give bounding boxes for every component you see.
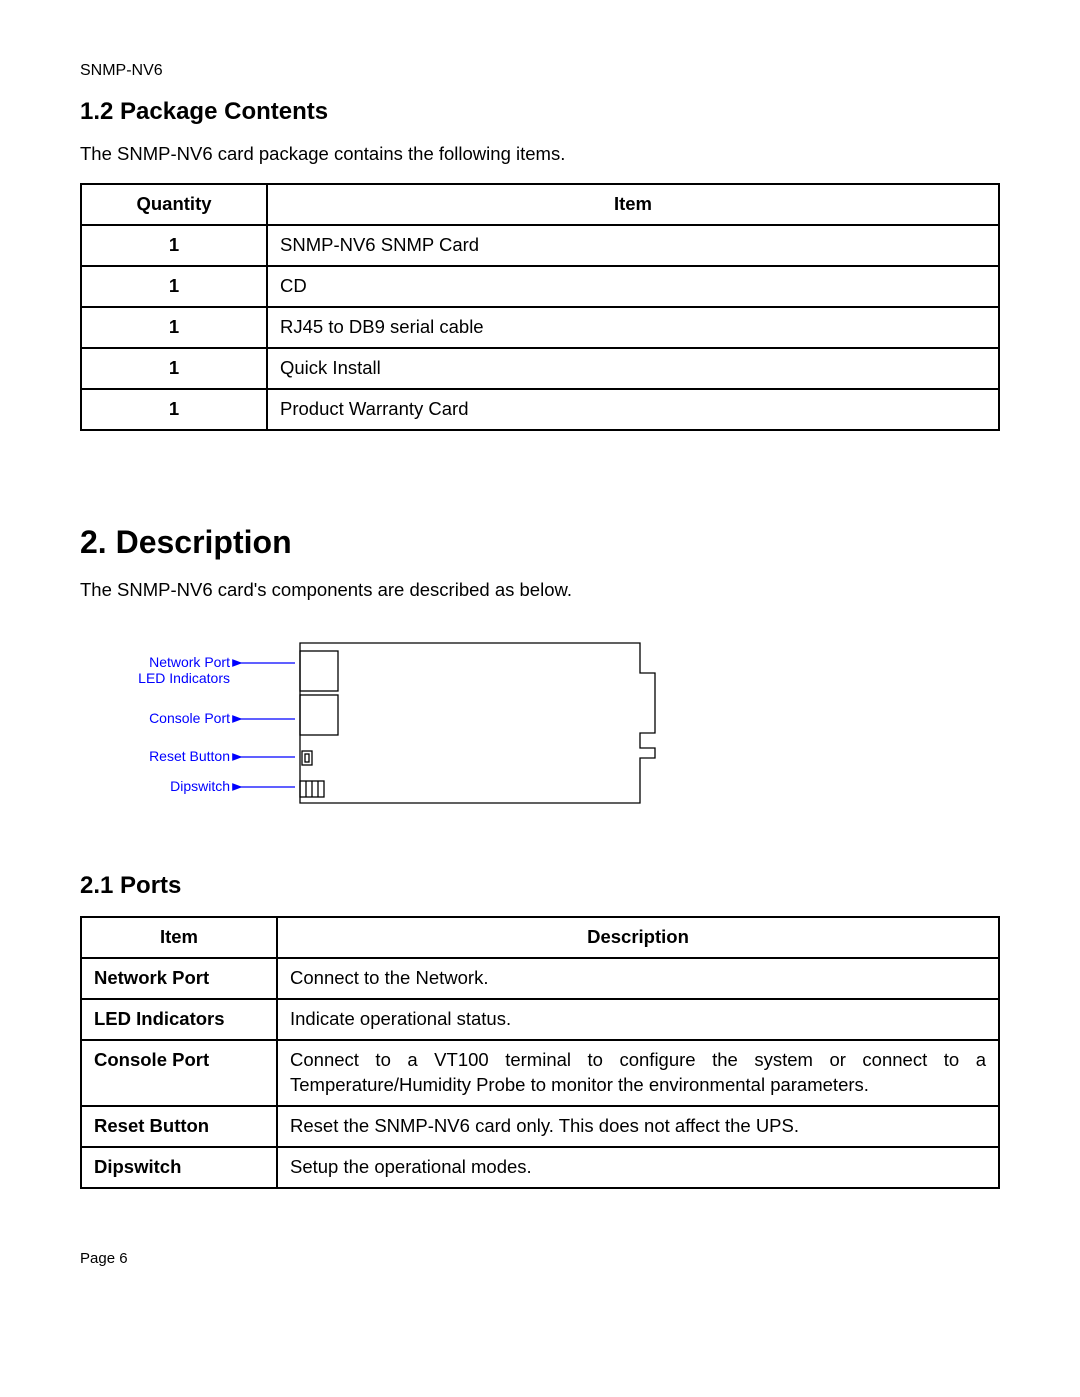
intro-package-contents: The SNMP-NV6 card package contains the f… bbox=[80, 142, 1000, 167]
component-diagram: Network Port LED Indicators Console Port… bbox=[100, 633, 1000, 830]
table-row: DipswitchSetup the operational modes. bbox=[81, 1147, 999, 1188]
table-row: 1Product Warranty Card bbox=[81, 389, 999, 430]
table-row: 1RJ45 to DB9 serial cable bbox=[81, 307, 999, 348]
label-dipswitch: Dipswitch bbox=[170, 778, 230, 794]
table-ports: Item Description Network PortConnect to … bbox=[80, 916, 1000, 1189]
table-row: LED IndicatorsIndicate operational statu… bbox=[81, 999, 999, 1040]
heading-description: 2. Description bbox=[80, 521, 1000, 564]
table-header-row: Quantity Item bbox=[81, 184, 999, 225]
heading-package-contents: 1.2 Package Contents bbox=[80, 96, 1000, 128]
table-package-contents: Quantity Item 1SNMP-NV6 SNMP Card 1CD 1R… bbox=[80, 183, 1000, 431]
intro-description: The SNMP-NV6 card's components are descr… bbox=[80, 578, 1000, 603]
heading-ports: 2.1 Ports bbox=[80, 870, 1000, 902]
table-row: 1CD bbox=[81, 266, 999, 307]
label-console-port: Console Port bbox=[149, 710, 230, 726]
table-header-row: Item Description bbox=[81, 917, 999, 958]
page-footer: Page 6 bbox=[80, 1249, 1000, 1269]
label-led-indicators: LED Indicators bbox=[138, 670, 230, 686]
col-desc: Description bbox=[277, 917, 999, 958]
label-network-port: Network Port bbox=[149, 654, 230, 670]
table-row: 1Quick Install bbox=[81, 348, 999, 389]
doc-header: SNMP-NV6 bbox=[80, 60, 1000, 82]
col-qty: Quantity bbox=[81, 184, 267, 225]
table-row: 1SNMP-NV6 SNMP Card bbox=[81, 225, 999, 266]
label-reset-button: Reset Button bbox=[149, 748, 230, 764]
table-row: Reset ButtonReset the SNMP-NV6 card only… bbox=[81, 1106, 999, 1147]
table-row: Network PortConnect to the Network. bbox=[81, 958, 999, 999]
col-item: Item bbox=[81, 917, 277, 958]
col-item: Item bbox=[267, 184, 999, 225]
table-row: Console PortConnect to a VT100 terminal … bbox=[81, 1040, 999, 1106]
